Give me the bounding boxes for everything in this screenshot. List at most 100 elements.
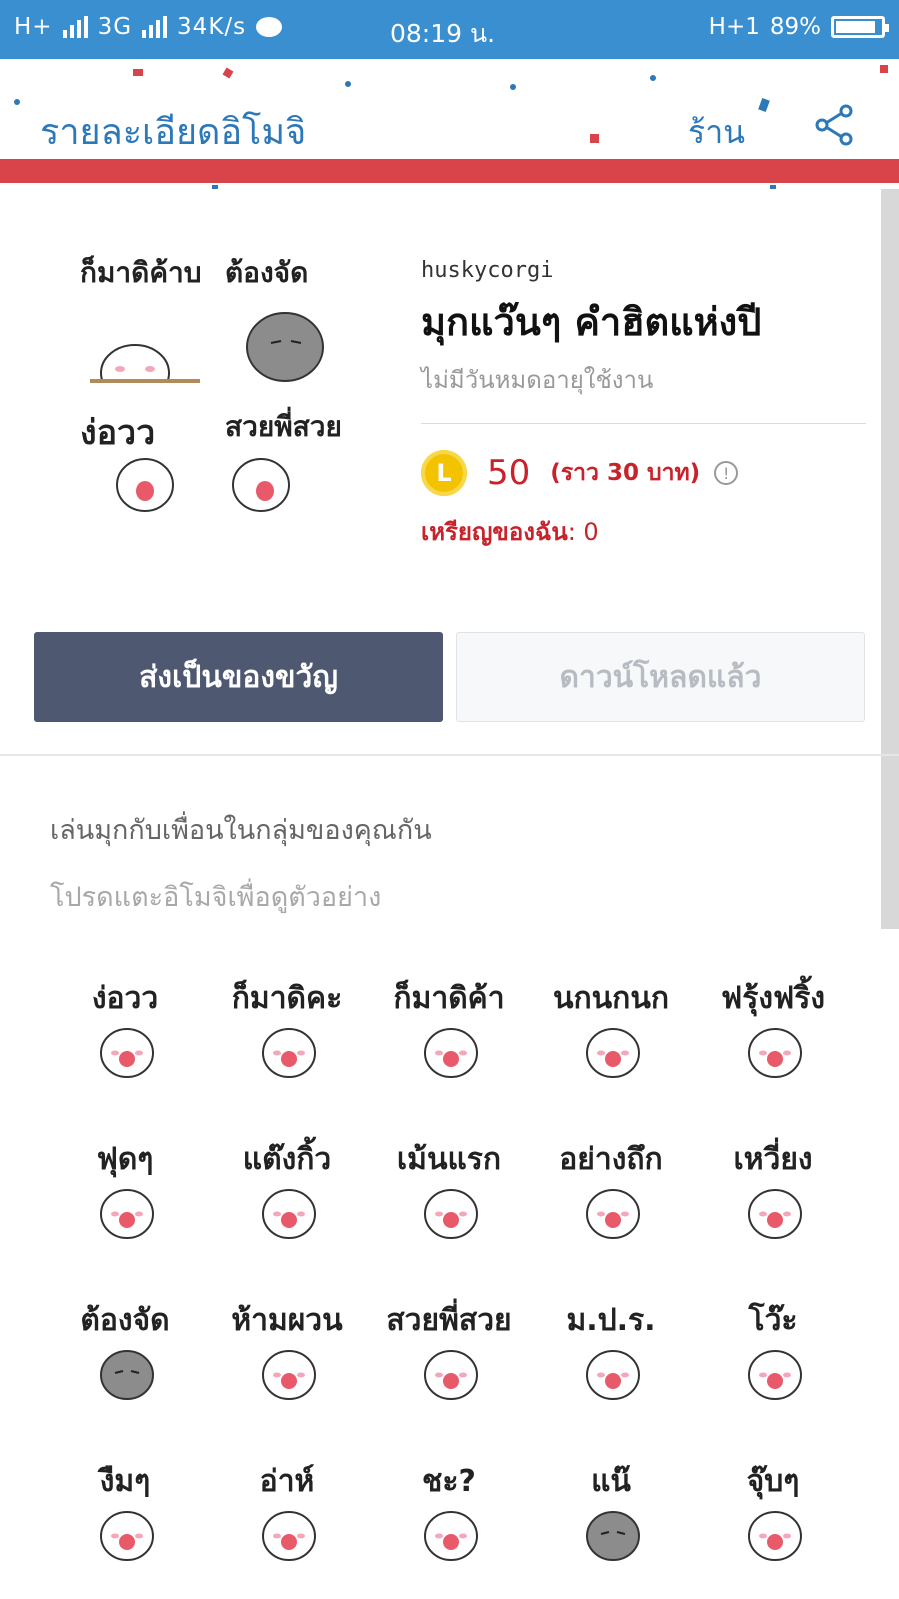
my-coins-label: เหรียญของฉัน <box>421 518 568 546</box>
sticker-face-icon <box>100 1028 154 1078</box>
sticker-face-icon <box>100 1350 154 1400</box>
preview-sticker[interactable]: ง่อวว <box>80 405 210 535</box>
sticker-item[interactable]: ฟุดๆ <box>60 1136 190 1256</box>
sticker-item[interactable]: ก็มาดิค้าบ <box>384 975 514 1095</box>
preview-sticker[interactable]: สวยพี่สวย <box>225 405 355 535</box>
sticker-item[interactable]: สวยพี่สวย <box>384 1297 514 1417</box>
sticker-face-icon <box>262 1511 316 1561</box>
sticker-item[interactable]: ชะ? <box>384 1458 514 1578</box>
section-divider <box>0 754 899 756</box>
sticker-face-icon <box>748 1189 802 1239</box>
sticker-label: เหวี่ยง <box>733 1142 813 1177</box>
confetti-decoration <box>758 97 770 113</box>
preview-sticker-label: สวยพี่สวย <box>225 410 342 443</box>
sticker-label: สวยพี่สวย <box>386 1303 512 1338</box>
sticker-face-icon <box>100 1189 154 1239</box>
signal-icon <box>62 16 88 38</box>
sticker-item[interactable]: เหวี่ยง <box>708 1136 838 1256</box>
pack-title: มุกแว๊นๆ คำฮิตแห่งปี <box>421 300 762 344</box>
preview-sticker[interactable]: ต้องจัด <box>225 255 355 385</box>
sticker-label: ต้องจัด <box>80 1303 170 1338</box>
sticker-face-icon <box>424 1350 478 1400</box>
sticker-label: ฟุดๆ <box>96 1142 154 1177</box>
preview-sticker-label: ก็มาดิค้าบ <box>80 256 202 289</box>
sticker-item[interactable]: ก็มาดิคะ <box>222 975 352 1095</box>
sticker-label: ห้ามผวน <box>231 1303 343 1338</box>
preview-sticker-label: ต้องจัด <box>225 256 309 289</box>
sticker-face-icon <box>90 344 200 383</box>
battery-percent: 89% <box>769 14 821 40</box>
confetti-decoration <box>510 84 516 90</box>
confetti-decoration <box>345 81 351 87</box>
sticker-face-icon <box>424 1189 478 1239</box>
sticker-preview[interactable]: ก็มาดิค้าบ ต้องจัด ง่อวว สวยพี่สวย <box>80 255 370 535</box>
sticker-face-icon <box>586 1189 640 1239</box>
sticker-item[interactable]: แต๊งกิ้ว <box>222 1136 352 1256</box>
battery-icon <box>831 16 889 38</box>
sticker-face-icon <box>586 1350 640 1400</box>
sticker-item[interactable]: เม้นแรก <box>384 1136 514 1256</box>
approx-price: (ราว 30 บาท) <box>550 460 701 486</box>
send-as-gift-button[interactable]: ส่งเป็นของขวัญ <box>34 632 443 722</box>
confetti-decoration <box>222 67 234 79</box>
sticker-face-icon <box>262 1189 316 1239</box>
sticker-item[interactable]: โว๊ะ <box>708 1297 838 1417</box>
info-divider <box>421 423 866 424</box>
sticker-face-icon <box>232 458 290 512</box>
pack-info: huskycorgi มุกแว๊นๆ คำฮิตแห่งปี ไม่มีวัน… <box>421 258 866 551</box>
sticker-item[interactable]: ม.ป.ร. <box>546 1297 676 1417</box>
sticker-label: จุ๊บๆ <box>746 1464 800 1499</box>
sticker-item[interactable]: นกนกนก <box>546 975 676 1095</box>
shop-link[interactable]: ร้าน <box>688 107 745 158</box>
sticker-face-icon <box>116 458 174 512</box>
line-coin-icon: L <box>421 450 467 496</box>
sticker-face-icon <box>262 1350 316 1400</box>
sticker-item[interactable]: อย่างถึก <box>546 1136 676 1256</box>
sticker-item[interactable]: ง่อวว <box>60 975 190 1095</box>
app-header: รายละเอียดอิโมจิ ร้าน <box>0 59 899 189</box>
confetti-decoration <box>212 185 218 189</box>
network-type-right: H+1 <box>708 14 760 40</box>
network-type: H+ <box>14 14 53 40</box>
sticker-item[interactable]: ฟรุ้งฟริ้ง <box>708 975 838 1095</box>
sticker-label: แต๊งกิ้ว <box>242 1142 332 1177</box>
sticker-item[interactable]: จุ๊บๆ <box>708 1458 838 1578</box>
sticker-label: นกนกนก <box>552 981 669 1016</box>
confetti-decoration <box>880 65 888 73</box>
sticker-face-icon <box>424 1511 478 1561</box>
sticker-item[interactable]: อ่าห์ <box>222 1458 352 1578</box>
sticker-face-icon <box>586 1511 640 1561</box>
sticker-item[interactable]: ต้องจัด <box>60 1297 190 1417</box>
preview-sticker[interactable]: ก็มาดิค้าบ <box>80 255 210 385</box>
sticker-item[interactable]: งืมๆ <box>60 1458 190 1578</box>
sticker-label: ชะ? <box>422 1464 476 1499</box>
sticker-item[interactable]: แน๊ <box>546 1458 676 1578</box>
signal-icon-2 <box>142 16 168 38</box>
status-bar: H+ 3G 34K/s 08:19 น. H+1 89% <box>0 0 899 59</box>
page-title: รายละเอียดอิโมจิ <box>40 112 307 153</box>
sticker-label: งืมๆ <box>99 1464 151 1499</box>
my-coins: เหรียญของฉัน: 0 <box>421 512 866 551</box>
sticker-label: ม.ป.ร. <box>566 1303 656 1338</box>
sticker-face-icon <box>586 1028 640 1078</box>
sticker-face-icon <box>748 1350 802 1400</box>
share-icon[interactable] <box>812 103 856 147</box>
sticker-label: ง่อวว <box>91 981 159 1016</box>
network-speed: 34K/s <box>177 14 247 40</box>
confetti-decoration <box>14 99 20 105</box>
pack-validity: ไม่มีวันหมดอายุใช้งาน <box>421 366 654 394</box>
sticker-label: อ่าห์ <box>259 1464 315 1499</box>
sticker-face-icon <box>424 1028 478 1078</box>
confetti-decoration <box>650 75 656 81</box>
downloaded-button[interactable]: ดาวน์โหลดแล้ว <box>456 632 865 722</box>
confetti-decoration <box>133 69 143 76</box>
sticker-face-icon <box>100 1511 154 1561</box>
pack-description: เล่นมุกกับเพื่อนในกลุ่มของคุณกัน <box>50 815 432 846</box>
sticker-item[interactable]: ห้ามผวน <box>222 1297 352 1417</box>
header-decoration-stripe <box>0 159 899 183</box>
pack-author[interactable]: huskycorgi <box>421 258 866 283</box>
info-icon[interactable]: ! <box>714 461 739 485</box>
sticker-face-icon <box>262 1028 316 1078</box>
price-row: L 50 (ราว 30 บาท) ! <box>421 450 866 496</box>
scrollbar[interactable] <box>881 189 899 929</box>
